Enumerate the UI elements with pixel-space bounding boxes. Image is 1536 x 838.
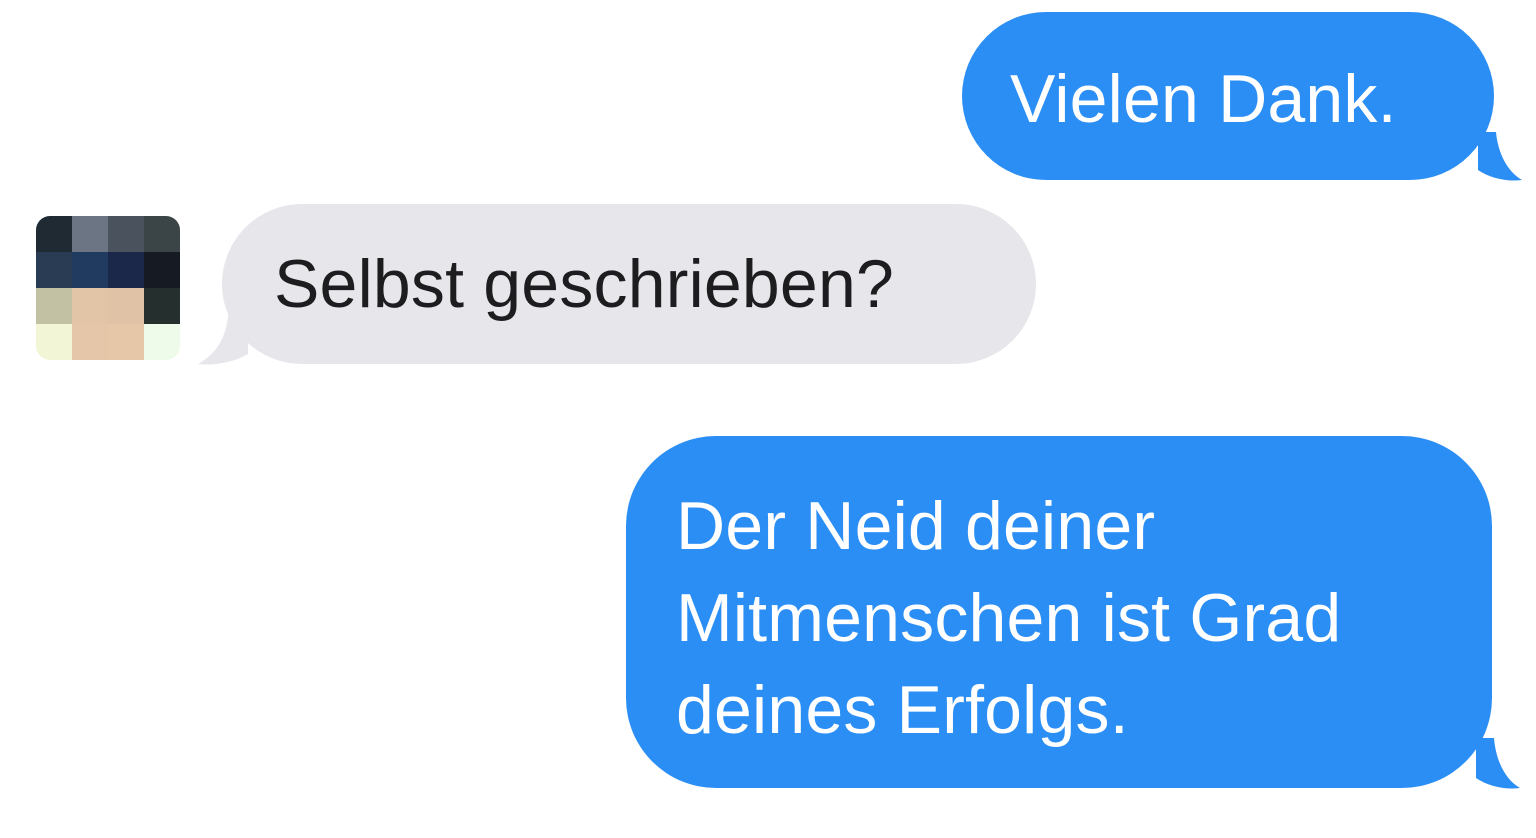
message-text: Selbst geschrieben? — [274, 246, 894, 322]
message-text: Vielen Dank. — [1010, 61, 1397, 137]
message-bubble-outgoing[interactable]: Vielen Dank. — [962, 12, 1494, 180]
message-bubble-incoming[interactable]: Selbst geschrieben? — [222, 204, 1036, 364]
message-text: Der Neid deiner Mitmenschen ist Grad dei… — [676, 488, 1342, 748]
contact-avatar[interactable] — [36, 216, 180, 360]
message-bubble-outgoing[interactable]: Der Neid deiner Mitmenschen ist Grad dei… — [626, 436, 1492, 788]
bubble-tail-outgoing — [1476, 738, 1520, 789]
bubble-tail-outgoing — [1478, 132, 1522, 181]
